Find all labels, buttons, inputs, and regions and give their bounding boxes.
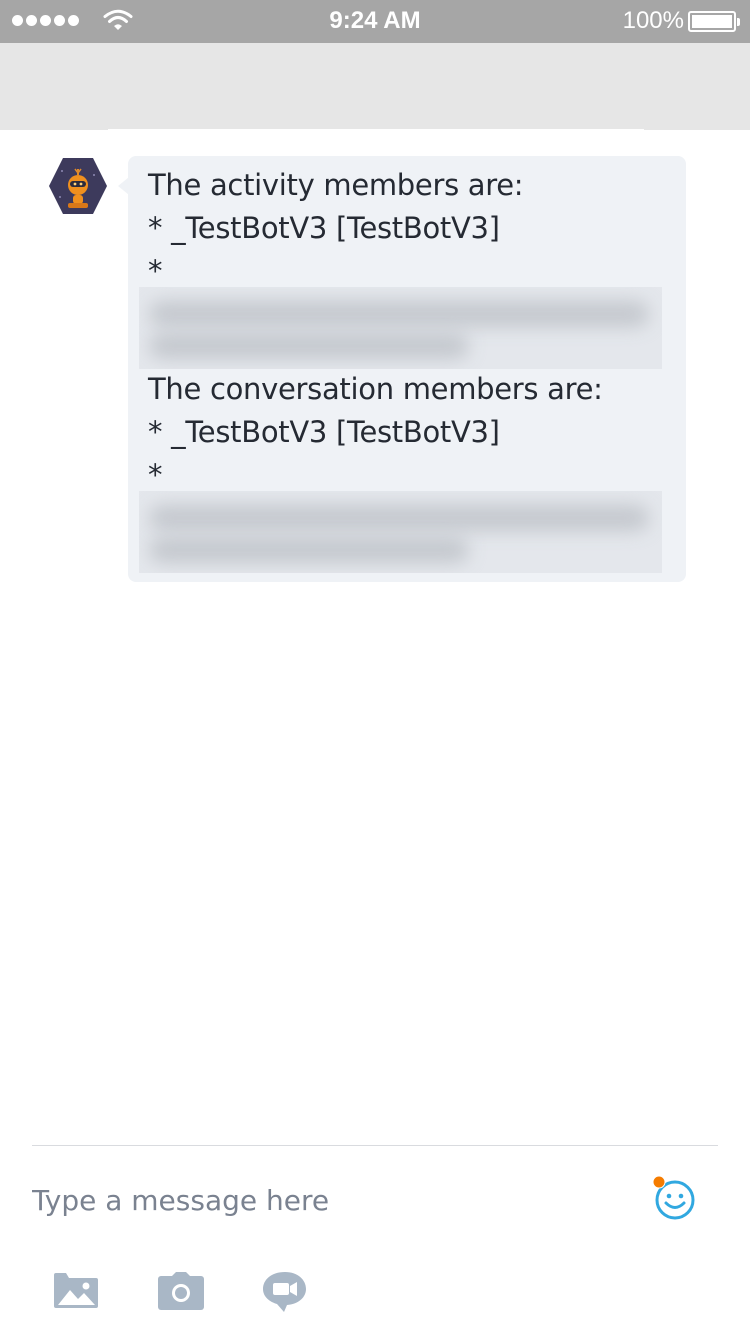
bot-avatar[interactable]	[48, 157, 108, 215]
message-line: *	[148, 254, 163, 288]
message-line: * _TestBotV3 [TestBotV3]	[148, 415, 500, 449]
camera-icon[interactable]	[156, 1270, 206, 1314]
image-gallery-icon[interactable]	[52, 1270, 102, 1314]
chat-header	[0, 43, 750, 131]
status-bar: 9:24 AM 100%	[0, 0, 750, 43]
message-input[interactable]	[32, 1178, 622, 1222]
message-line: * _TestBotV3 [TestBotV3]	[148, 211, 500, 245]
video-message-icon[interactable]	[260, 1270, 310, 1314]
battery-icon	[688, 11, 740, 32]
redacted-content	[139, 491, 662, 573]
emoji-smiley-icon[interactable]	[650, 1175, 698, 1223]
redacted-content	[139, 287, 662, 369]
composer-divider	[32, 1145, 718, 1146]
message-line: The conversation members are:	[148, 372, 603, 406]
message-line: *	[148, 458, 163, 492]
battery-percentage: 100%	[622, 7, 684, 34]
message-line: The activity members are:	[148, 168, 524, 202]
